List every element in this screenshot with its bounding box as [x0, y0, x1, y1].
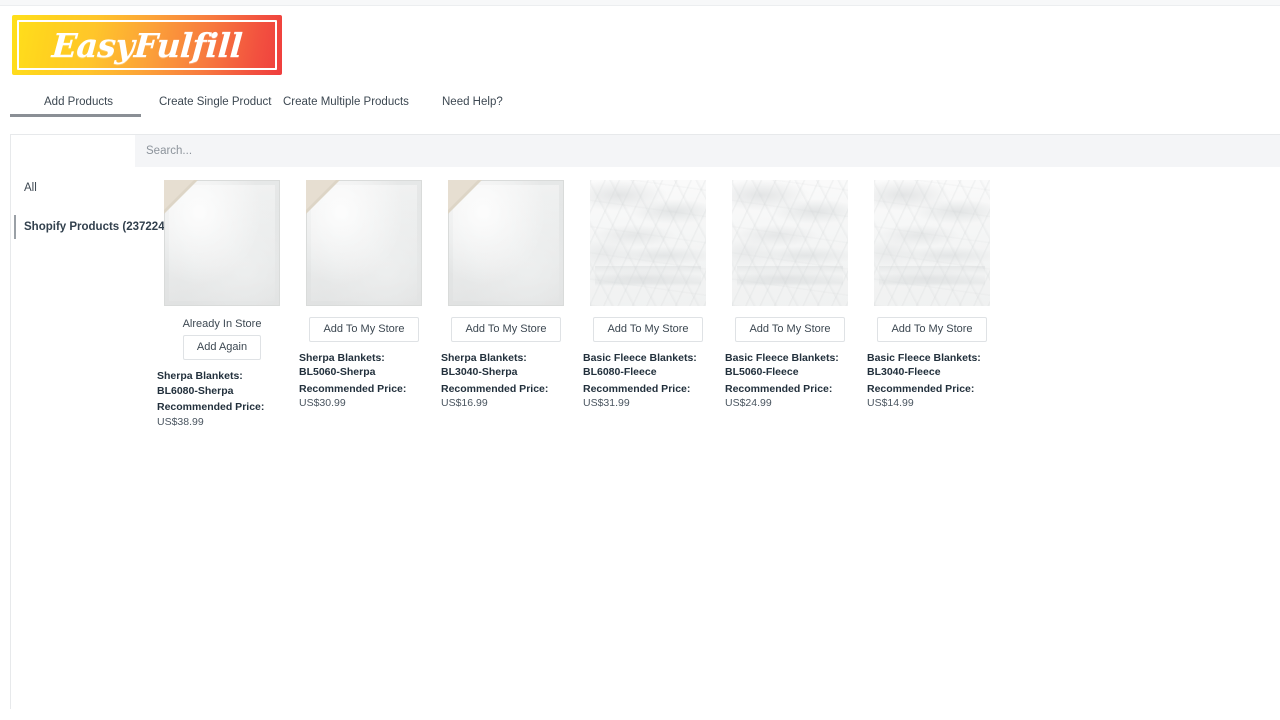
add-to-my-store-button[interactable]: Add To My Store	[877, 317, 987, 342]
add-to-my-store-button[interactable]: Add To My Store	[735, 317, 845, 342]
sidebar-item-all-label: All	[24, 182, 37, 194]
product-card: Already In Store Add Again Sherpa Blanke…	[151, 180, 293, 429]
tab-create-single-product[interactable]: Create Single Product	[159, 92, 272, 121]
tab-create-multiple-products-label: Create Multiple Products	[283, 96, 409, 108]
product-title: Basic Fleece Blankets: BL3040-Fleece	[867, 351, 981, 379]
product-image-fleece-blanket-icon[interactable]	[732, 180, 848, 306]
product-card-text: Sherpa Blankets: BL6080-Sherpa Recommend…	[157, 369, 275, 429]
product-card-text: Sherpa Blankets: BL3040-Sherpa Recommend…	[441, 351, 559, 411]
product-card-actions: Already In Store Add Again	[151, 317, 293, 361]
logo-text: EasyFulfill	[50, 25, 244, 65]
recommended-price-label: Recommended Price:	[299, 382, 407, 395]
sidebar-item-all[interactable]: All	[11, 176, 135, 200]
sidebar-item-shopify-products[interactable]: Shopify Products (237224)	[11, 215, 168, 239]
product-card-text: Basic Fleece Blankets: BL6080-Fleece Rec…	[583, 351, 701, 411]
product-card: Add To My Store Sherpa Blankets: BL3040-…	[435, 180, 577, 429]
tab-need-help[interactable]: Need Help?	[442, 92, 503, 121]
add-to-my-store-button[interactable]: Add To My Store	[451, 317, 561, 342]
product-card-actions: Add To My Store	[577, 317, 719, 342]
main-tabs: Add Products Create Single Product Creat…	[0, 92, 1280, 121]
product-card: Add To My Store Basic Fleece Blankets: B…	[719, 180, 861, 429]
recommended-price-label: Recommended Price:	[725, 382, 833, 395]
product-card: Add To My Store Basic Fleece Blankets: B…	[861, 180, 1003, 429]
product-title: Sherpa Blankets: BL6080-Sherpa	[157, 370, 243, 397]
active-tab-underline	[10, 114, 141, 117]
product-card-text: Sherpa Blankets: BL5060-Sherpa Recommend…	[299, 351, 417, 411]
product-card-actions: Add To My Store	[861, 317, 1003, 342]
recommended-price-label: Recommended Price:	[157, 401, 265, 414]
sidebar-item-shopify-products-label: Shopify Products (237224)	[24, 221, 169, 233]
tab-add-products-label: Add Products	[44, 96, 114, 108]
product-card-text: Basic Fleece Blankets: BL3040-Fleece Rec…	[867, 351, 985, 411]
product-price: US$16.99	[441, 397, 488, 410]
product-card: Add To My Store Basic Fleece Blankets: B…	[577, 180, 719, 429]
logo-inner-border: EasyFulfill	[17, 20, 277, 70]
add-to-my-store-button[interactable]: Add To My Store	[593, 317, 703, 342]
product-image-sherpa-blanket-icon[interactable]	[306, 180, 422, 306]
recommended-price-label: Recommended Price:	[867, 382, 975, 395]
search-bar[interactable]	[135, 135, 1280, 167]
app-logo[interactable]: EasyFulfill	[12, 15, 282, 75]
product-price: US$38.99	[157, 415, 204, 428]
product-card-actions: Add To My Store	[293, 317, 435, 342]
product-title: Basic Fleece Blankets: BL5060-Fleece	[725, 351, 839, 379]
add-to-my-store-button[interactable]: Add To My Store	[309, 317, 419, 342]
tab-create-single-product-label: Create Single Product	[159, 96, 272, 108]
category-sidebar: All Shopify Products (237224)	[11, 167, 168, 239]
add-again-button[interactable]: Add Again	[182, 335, 262, 361]
search-input[interactable]	[146, 145, 646, 157]
top-strip	[0, 0, 1280, 6]
product-image-fleece-blanket-icon[interactable]	[874, 180, 990, 306]
product-price: US$30.99	[299, 397, 346, 410]
product-image-sherpa-blanket-icon[interactable]	[448, 180, 564, 306]
tab-need-help-label: Need Help?	[442, 96, 503, 108]
product-card-actions: Add To My Store	[719, 317, 861, 342]
product-title: Sherpa Blankets: BL3040-Sherpa	[441, 351, 527, 379]
product-image-fleece-blanket-icon[interactable]	[590, 180, 706, 306]
recommended-price-label: Recommended Price:	[583, 382, 691, 395]
app-root: EasyFulfill Add Products Create Single P…	[0, 0, 1280, 720]
product-title: Basic Fleece Blankets: BL6080-Fleece	[583, 351, 697, 379]
already-in-store-label: Already In Store	[182, 318, 262, 330]
product-card: Add To My Store Sherpa Blankets: BL5060-…	[293, 180, 435, 429]
product-grid: Already In Store Add Again Sherpa Blanke…	[151, 180, 1276, 429]
tab-add-products[interactable]: Add Products	[10, 92, 141, 121]
recommended-price-label: Recommended Price:	[441, 382, 549, 395]
product-card-actions: Add To My Store	[435, 317, 577, 342]
product-price: US$24.99	[725, 397, 772, 410]
product-image-sherpa-blanket-icon[interactable]	[164, 180, 280, 306]
product-price: US$14.99	[867, 397, 914, 410]
product-price: US$31.99	[583, 397, 630, 410]
tab-create-multiple-products[interactable]: Create Multiple Products	[283, 92, 409, 121]
product-title: Sherpa Blankets: BL5060-Sherpa	[299, 351, 385, 379]
product-card-text: Basic Fleece Blankets: BL5060-Fleece Rec…	[725, 351, 843, 411]
